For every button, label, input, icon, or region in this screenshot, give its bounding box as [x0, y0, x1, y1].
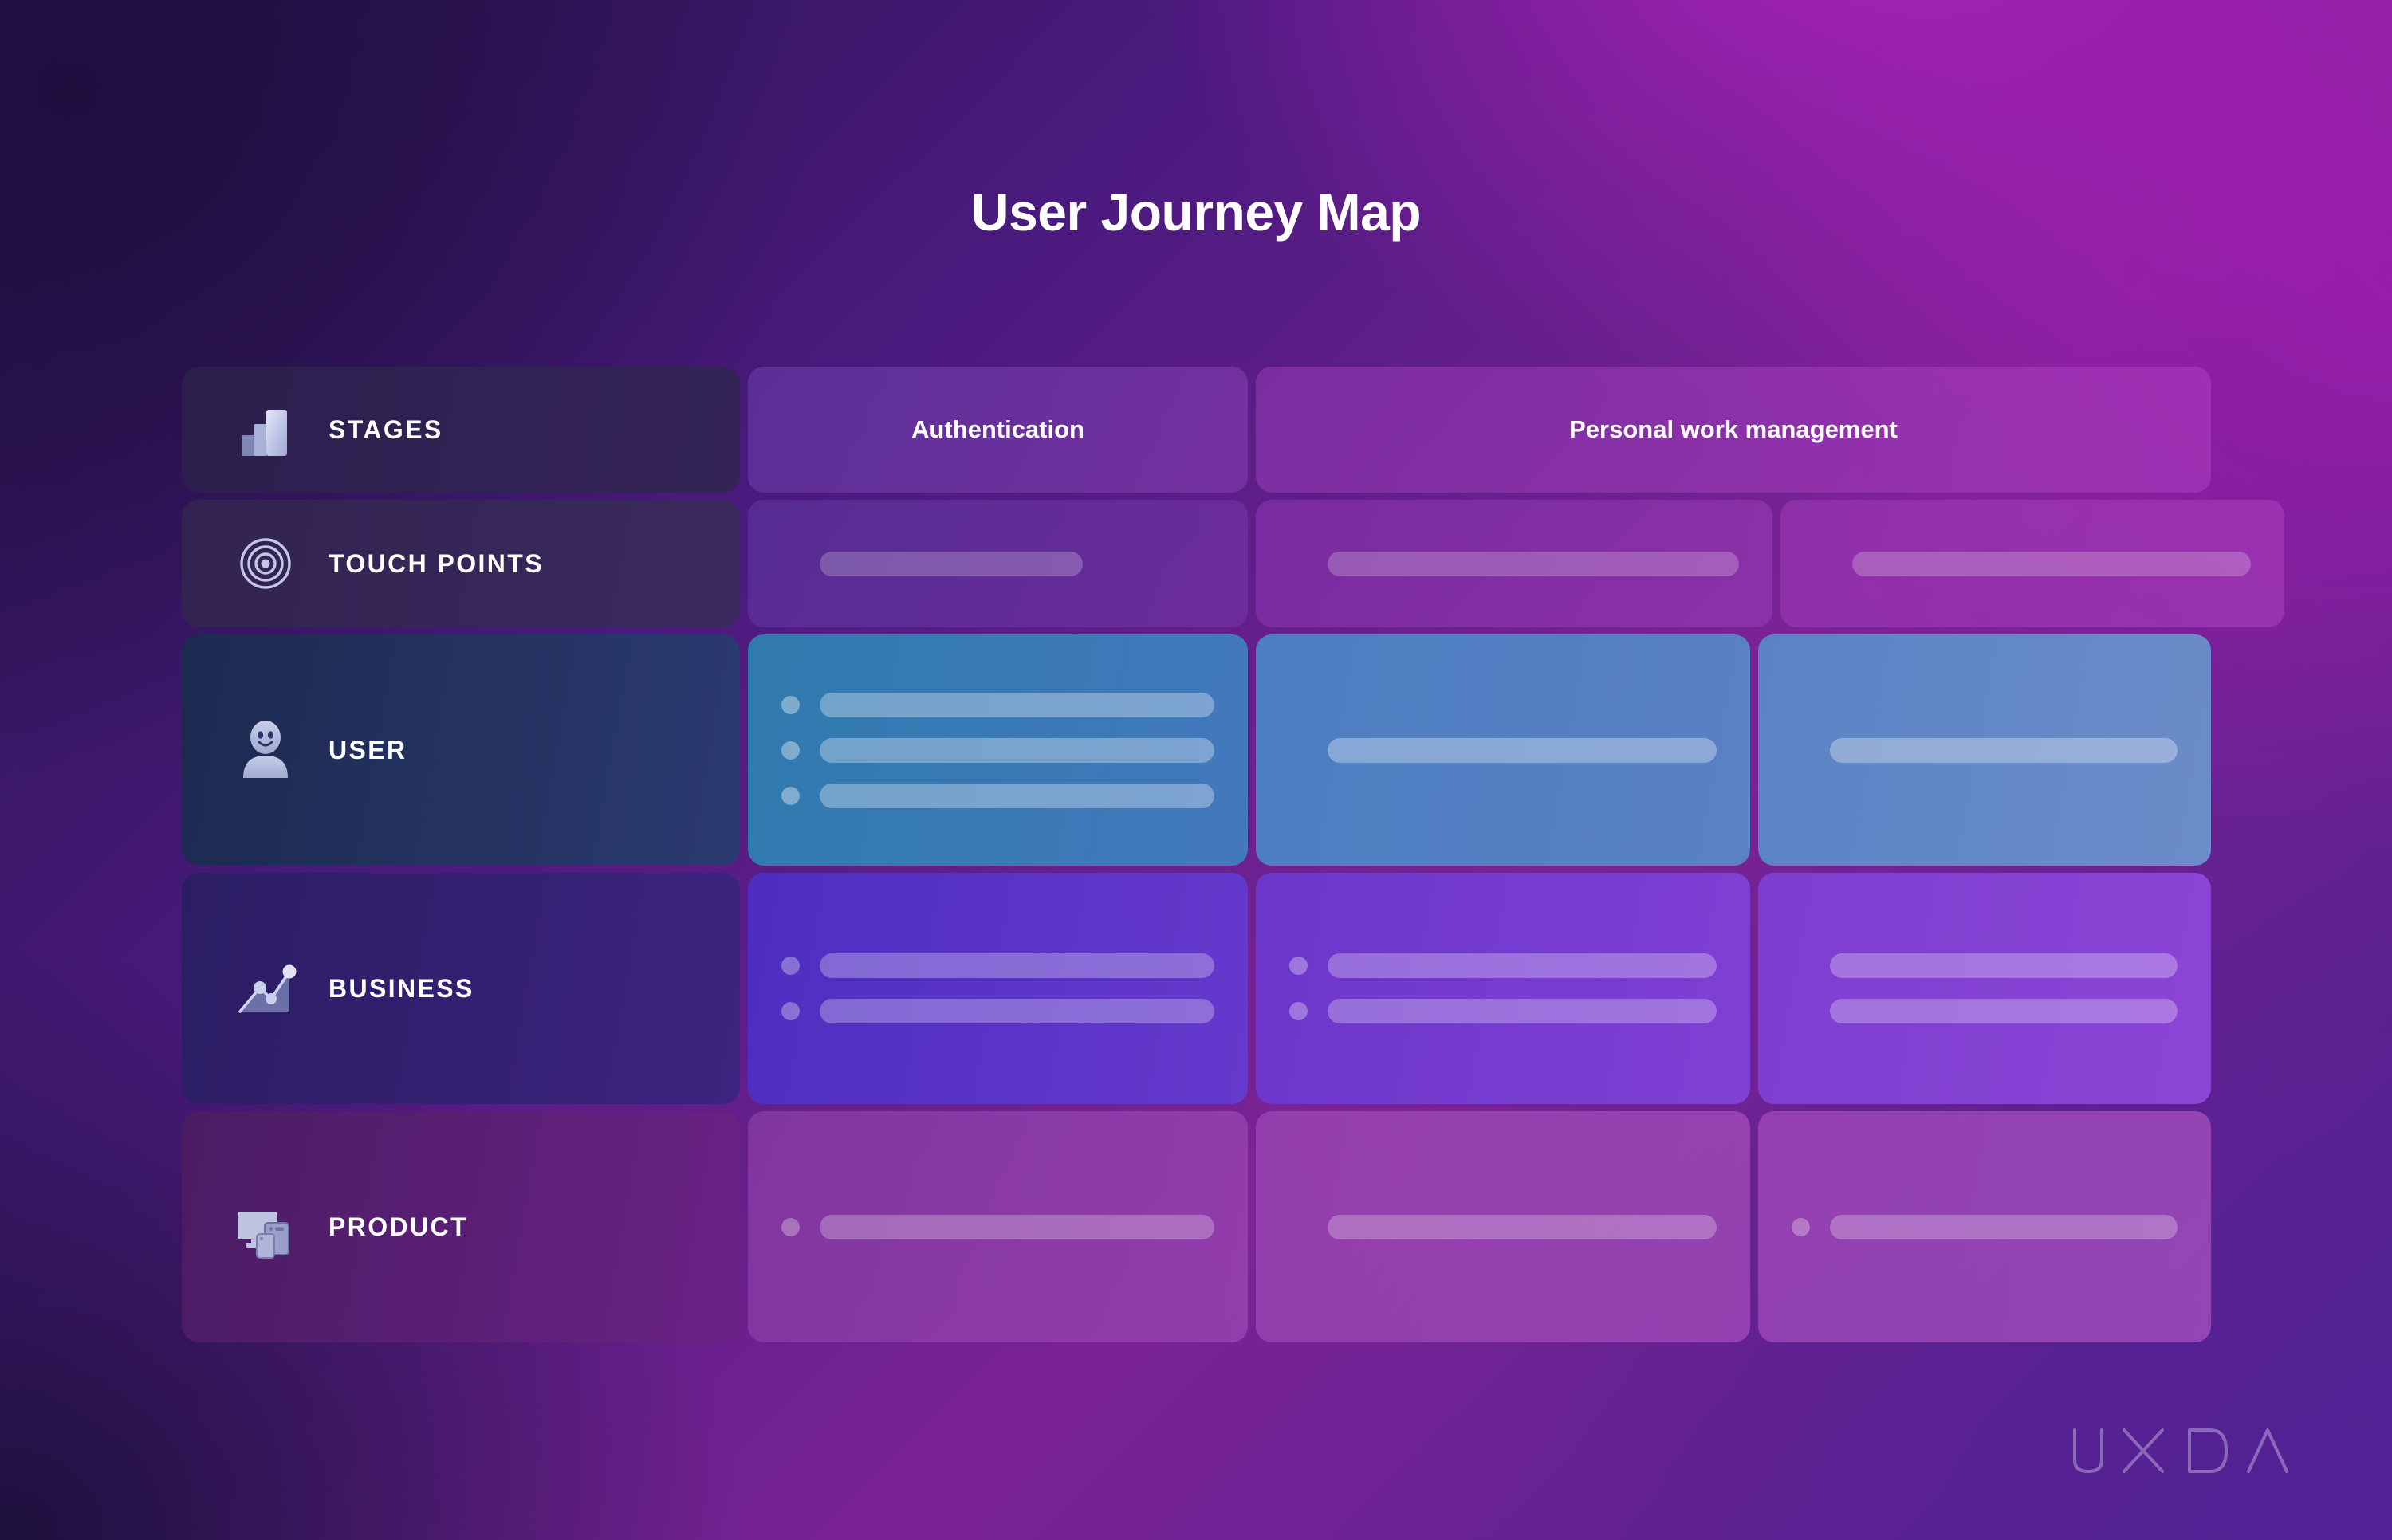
placeholder-bar — [1328, 1214, 1717, 1239]
row-label-text: TOUCH POINTS — [329, 548, 545, 578]
list-item — [1814, 551, 2251, 576]
cell-product-authentication[interactable] — [748, 1111, 1248, 1342]
bullet-icon — [781, 695, 800, 714]
row-header-product[interactable]: PRODUCT — [182, 1111, 740, 1342]
cell-touch-points-pwm-1[interactable] — [1256, 500, 1772, 627]
table-row: PRODUCT — [182, 1111, 2211, 1342]
stage-header-cells: Authentication Personal work management — [748, 367, 2211, 493]
cell-user-authentication[interactable] — [748, 634, 1248, 866]
target-icon — [230, 528, 301, 599]
list-item — [781, 551, 1214, 576]
placeholder-bar — [1328, 999, 1717, 1023]
cell-business-pwm-2[interactable] — [1758, 873, 2211, 1104]
list-item — [1289, 737, 1717, 763]
cell-user-pwm-1[interactable] — [1256, 634, 1750, 866]
bullet-icon — [781, 1217, 800, 1236]
placeholder-bar — [1830, 999, 2178, 1023]
column-header-text: Personal work management — [1569, 415, 1898, 443]
placeholder-bar — [1830, 1214, 2178, 1239]
bullet-icon — [1289, 1002, 1308, 1020]
placeholder-bar — [1328, 737, 1717, 763]
table-row: TOUCH POINTS — [182, 500, 2284, 627]
placeholder-bar — [820, 783, 1214, 808]
cell-product-pwm-1[interactable] — [1256, 1111, 1750, 1342]
placeholder-bar — [1852, 551, 2251, 576]
table-row: STAGES Authentication Personal work mana… — [182, 367, 2211, 493]
bar-chart-icon — [230, 394, 301, 466]
row-cells-product — [748, 1111, 2211, 1342]
row-label-text: STAGES — [329, 414, 443, 444]
cell-business-pwm-1[interactable] — [1256, 873, 1750, 1104]
list-item — [781, 999, 1214, 1023]
bullet-icon — [1792, 1217, 1810, 1236]
cell-user-pwm-2[interactable] — [1758, 634, 2211, 866]
bullet-icon — [1289, 957, 1308, 975]
list-item — [1289, 999, 1717, 1023]
bullet-icon — [781, 786, 800, 805]
line-chart-icon — [230, 953, 301, 1024]
bullet-icon — [781, 741, 800, 760]
placeholder-bar — [820, 737, 1214, 763]
list-item — [781, 692, 1214, 717]
cell-product-pwm-2[interactable] — [1758, 1111, 2211, 1342]
list-item — [781, 783, 1214, 808]
column-header-personal-work-management[interactable]: Personal work management — [1256, 367, 2211, 493]
list-item — [781, 1214, 1214, 1239]
list-item — [781, 737, 1214, 763]
placeholder-bar — [820, 1214, 1214, 1239]
list-item — [1792, 953, 2178, 978]
list-item — [1289, 551, 1739, 576]
placeholder-bar — [1830, 737, 2178, 763]
row-label-text: BUSINESS — [329, 973, 474, 1003]
placeholder-bar — [820, 692, 1214, 717]
row-label-text: USER — [329, 735, 407, 764]
journey-map-grid: STAGES Authentication Personal work mana… — [182, 367, 2284, 1349]
person-smile-icon — [230, 714, 301, 786]
row-header-stages[interactable]: STAGES — [182, 367, 740, 493]
page-title: User Journey Map — [970, 183, 1422, 242]
list-item — [1289, 953, 1717, 978]
cell-touch-points-authentication[interactable] — [748, 500, 1248, 627]
list-item — [1792, 999, 2178, 1023]
table-row: USER — [182, 634, 2211, 866]
list-item — [1289, 1214, 1717, 1239]
row-cells-user — [748, 634, 2211, 866]
placeholder-bar — [1830, 953, 2178, 978]
bullet-icon — [781, 957, 800, 975]
row-header-touch-points[interactable]: TOUCH POINTS — [182, 500, 740, 627]
row-cells-business — [748, 873, 2211, 1104]
row-header-user[interactable]: USER — [182, 634, 740, 866]
table-row: BUSINESS — [182, 873, 2211, 1104]
column-header-authentication[interactable]: Authentication — [748, 367, 1248, 493]
bullet-icon — [781, 1002, 800, 1020]
row-cells-touch-points — [748, 500, 2284, 627]
cell-business-authentication[interactable] — [748, 873, 1248, 1104]
row-label-text: PRODUCT — [329, 1212, 469, 1241]
placeholder-bar — [820, 999, 1214, 1023]
list-item — [1792, 1214, 2178, 1239]
placeholder-bar — [820, 551, 1083, 576]
cell-touch-points-pwm-2[interactable] — [1780, 500, 2284, 627]
placeholder-bar — [1328, 551, 1739, 576]
placeholder-bar — [1328, 953, 1717, 978]
devices-icon — [230, 1191, 301, 1263]
placeholder-bar — [820, 953, 1214, 978]
column-header-text: Authentication — [911, 415, 1084, 443]
uxda-logo — [2065, 1419, 2304, 1483]
list-item — [781, 953, 1214, 978]
list-item — [1792, 737, 2178, 763]
row-header-business[interactable]: BUSINESS — [182, 873, 740, 1104]
